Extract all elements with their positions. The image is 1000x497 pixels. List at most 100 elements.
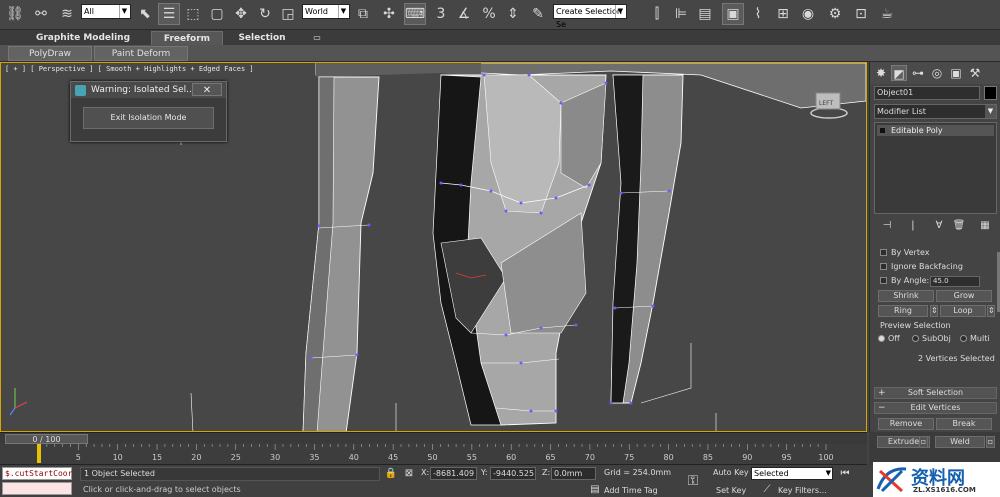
loop-spinner-icon[interactable]: ⇕	[987, 305, 995, 317]
configure-sets-icon[interactable]: ▦	[978, 219, 992, 233]
pin-stack-icon[interactable]: ⊣	[880, 219, 894, 233]
weld-settings-icon[interactable]: ▫	[986, 436, 995, 448]
curve-editor-icon[interactable]: ⌇	[747, 3, 769, 25]
close-icon[interactable]: ✕	[192, 83, 222, 96]
ribbon-minimize-icon[interactable]: ▭	[310, 31, 324, 45]
hierarchy-tab-icon[interactable]: ⊶	[910, 65, 926, 81]
current-frame-marker[interactable]	[37, 444, 41, 463]
z-coordinate[interactable]: 0.0mm	[551, 467, 596, 480]
pivot-center-icon[interactable]: ⧉	[352, 3, 374, 25]
break-button[interactable]: Break	[936, 418, 992, 430]
go-to-start-icon[interactable]: ⏮	[838, 467, 852, 481]
modifier-stack[interactable]: Editable Poly	[874, 122, 997, 214]
preview-multi-radio[interactable]: Multi	[960, 334, 990, 344]
edit-vertices-rollout[interactable]: − Edit Vertices	[874, 402, 997, 414]
angle-spinner[interactable]: 45.0	[930, 276, 980, 287]
layer-manager-icon[interactable]: ▤	[694, 3, 716, 25]
bind-spacewarp-icon[interactable]: ≋	[56, 3, 78, 25]
perspective-viewport[interactable]: [ + ] [ Perspective ] [ Smooth + Highlig…	[0, 62, 867, 432]
preview-subobj-radio[interactable]: SubObj	[912, 334, 951, 344]
time-tag-icon[interactable]: ▤	[588, 483, 602, 497]
window-crossing-icon[interactable]: ▢	[206, 3, 228, 25]
mirror-icon[interactable]: ⫿	[646, 3, 668, 25]
lock-icon[interactable]: 🔒	[384, 467, 398, 481]
object-color-swatch[interactable]	[984, 86, 997, 100]
auto-key-button[interactable]: Auto Key	[713, 468, 749, 477]
key-mode-icon[interactable]: ⟋	[760, 483, 774, 497]
maxscript-listener-input[interactable]: $.cutStartCoor	[2, 467, 72, 480]
keyboard-shortcut-icon[interactable]: ⌨	[404, 3, 426, 25]
ring-spinner-icon[interactable]: ⇕	[930, 305, 938, 317]
absolute-mode-icon[interactable]: ⊠	[402, 467, 416, 481]
rendered-frame-icon[interactable]: ⊡	[850, 3, 872, 25]
select-manipulate-icon[interactable]: ✣	[378, 3, 400, 25]
remove-modifier-icon[interactable]: 🗑	[952, 219, 966, 233]
weld-button[interactable]: Weld	[935, 436, 985, 448]
key-icon[interactable]: ⚿	[686, 474, 700, 488]
snap-toggle-icon[interactable]: 3	[430, 3, 452, 25]
by-vertex-checkbox[interactable]: By Vertex	[880, 247, 995, 259]
stack-light-icon[interactable]	[880, 128, 885, 133]
render-setup-icon[interactable]: ⚙	[824, 3, 846, 25]
grow-button[interactable]: Grow	[936, 290, 992, 302]
preview-off-radio[interactable]: Off	[878, 334, 900, 344]
time-slider-thumb[interactable]: 0 / 100	[5, 434, 88, 444]
shrink-button[interactable]: Shrink	[878, 290, 934, 302]
named-selection-input[interactable]: Create Selection Se ▼	[553, 4, 627, 29]
exit-isolation-button[interactable]: Exit Isolation Mode	[83, 107, 214, 129]
rotate-icon[interactable]: ↻	[254, 3, 276, 25]
set-key-button[interactable]: Set Key	[716, 486, 746, 495]
edit-named-selection-icon[interactable]: ✎	[527, 3, 549, 25]
add-time-tag-button[interactable]: Add Time Tag	[604, 486, 658, 495]
unlink-icon[interactable]: ⚯	[30, 3, 52, 25]
move-icon[interactable]: ✥	[230, 3, 252, 25]
percent-snap-icon[interactable]: %	[478, 3, 500, 25]
spinner-snap-icon[interactable]: ⇕	[502, 3, 524, 25]
select-object-icon[interactable]: ⬉	[134, 3, 156, 25]
tab-graphite-modeling-tools[interactable]: Graphite Modeling Tools	[24, 31, 142, 57]
stack-item-editable-poly[interactable]: Editable Poly	[877, 125, 994, 136]
selection-filter-select[interactable]: All ▼	[81, 4, 131, 19]
soft-selection-rollout[interactable]: + Soft Selection	[874, 387, 997, 399]
graphite-toggle-icon[interactable]: ▣	[722, 3, 744, 25]
make-unique-icon[interactable]: ∀	[932, 219, 946, 233]
dialog-title[interactable]: Warning: Isolated Sel... ✕	[71, 82, 226, 98]
link-icon[interactable]: ⛓	[4, 3, 26, 25]
schematic-view-icon[interactable]: ⊞	[772, 3, 794, 25]
y-coordinate[interactable]: -9440.525	[490, 467, 536, 480]
render-icon[interactable]: ☕	[876, 3, 898, 25]
modify-tab-icon[interactable]: ◩	[891, 65, 907, 81]
viewport-label[interactable]: [ + ] [ Perspective ] [ Smooth + Highlig…	[5, 65, 254, 73]
rect-selection-icon[interactable]: ⬚	[182, 3, 204, 25]
paint-deform-panel[interactable]: Paint Deform	[94, 46, 188, 61]
maxscript-output[interactable]	[2, 482, 72, 495]
tab-freeform[interactable]: Freeform	[151, 31, 223, 45]
remove-button[interactable]: Remove	[878, 418, 934, 430]
create-tab-icon[interactable]: ✸	[873, 65, 889, 81]
loop-button[interactable]: Loop	[940, 305, 986, 317]
view-cube-label[interactable]: LEFT	[819, 100, 833, 107]
tab-selection[interactable]: Selection	[232, 31, 292, 45]
scale-icon[interactable]: ◲	[277, 3, 299, 25]
show-end-result-icon[interactable]: ❘	[906, 219, 920, 233]
extrude-settings-icon[interactable]: ▫	[919, 436, 928, 448]
by-angle-checkbox[interactable]: By Angle:	[880, 275, 935, 287]
material-editor-icon[interactable]: ◉	[797, 3, 819, 25]
angle-snap-icon[interactable]: ∡	[453, 3, 475, 25]
reference-coord-select[interactable]: World ▼	[302, 4, 350, 19]
select-by-name-icon[interactable]: ☰	[158, 3, 180, 25]
key-selection-select[interactable]: Selected ▼	[751, 467, 833, 480]
object-name-input[interactable]: Object01	[874, 86, 980, 100]
ring-button[interactable]: Ring	[878, 305, 928, 317]
x-coordinate[interactable]: -8681.409	[430, 467, 477, 480]
align-icon[interactable]: ⊫	[670, 3, 692, 25]
display-tab-icon[interactable]: ▣	[948, 65, 964, 81]
time-slider[interactable]: 0 / 100	[0, 432, 867, 444]
key-filters-button[interactable]: Key Filters...	[778, 486, 827, 495]
utilities-tab-icon[interactable]: ⚒	[967, 65, 983, 81]
ignore-backfacing-checkbox[interactable]: Ignore Backfacing	[880, 261, 995, 273]
polydraw-panel[interactable]: PolyDraw	[8, 46, 92, 61]
modifier-list-select[interactable]: Modifier List ▼	[874, 104, 997, 119]
motion-tab-icon[interactable]: ◎	[929, 65, 945, 81]
track-bar[interactable]: 0510152025303540455055606570758085909510…	[0, 444, 867, 465]
